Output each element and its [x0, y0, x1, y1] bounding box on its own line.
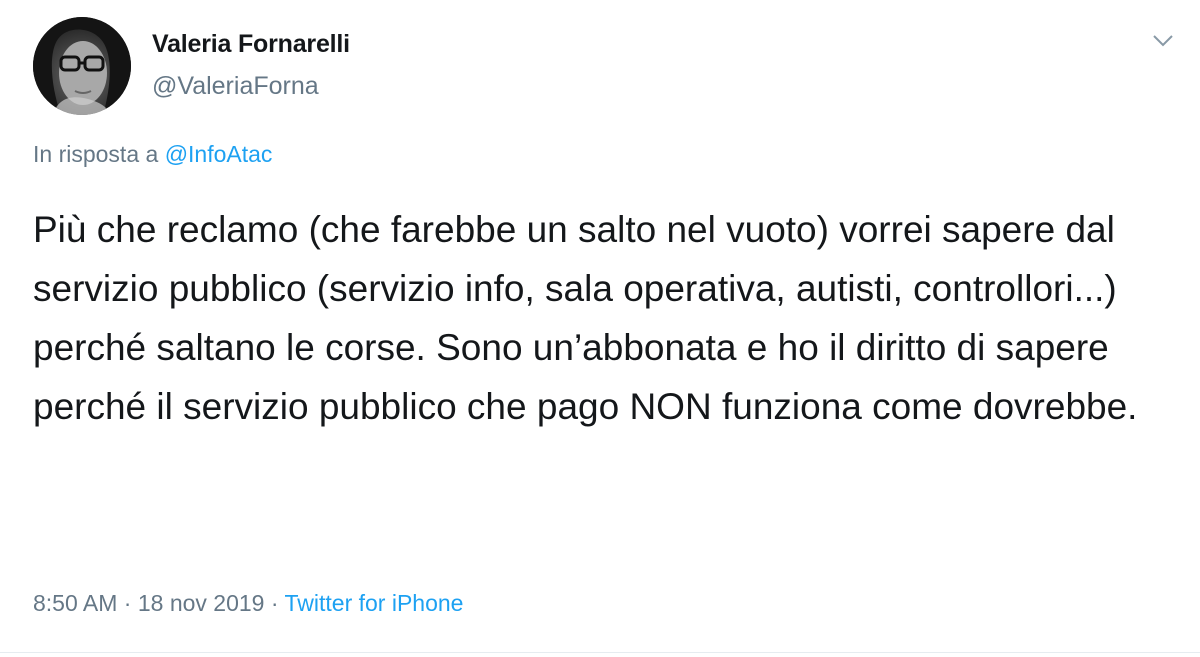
tweet-time[interactable]: 8:50 AM	[33, 590, 117, 616]
tweet-meta: 8:50 AM · 18 nov 2019 · Twitter for iPho…	[33, 590, 463, 617]
reply-mention-link[interactable]: @InfoAtac	[165, 141, 273, 167]
avatar-image	[33, 17, 131, 115]
tweet-date[interactable]: 18 nov 2019	[138, 590, 265, 616]
reply-context: In risposta a @InfoAtac	[33, 141, 272, 168]
tweet-card: Valeria Fornarelli @ValeriaForna In risp…	[0, 0, 1200, 657]
author-handle[interactable]: @ValeriaForna	[152, 72, 319, 101]
chevron-down-icon[interactable]	[1146, 26, 1180, 56]
avatar[interactable]	[33, 17, 131, 115]
meta-separator: ·	[264, 590, 285, 616]
divider	[0, 652, 1200, 653]
reply-prefix: In risposta a	[33, 141, 165, 167]
chevron-down-icon-glyph	[1153, 35, 1173, 47]
meta-separator: ·	[117, 590, 138, 616]
tweet-source-link[interactable]: Twitter for iPhone	[285, 590, 464, 616]
author-name[interactable]: Valeria Fornarelli	[152, 30, 350, 59]
tweet-text: Più che reclamo (che farebbe un salto ne…	[33, 209, 1138, 427]
